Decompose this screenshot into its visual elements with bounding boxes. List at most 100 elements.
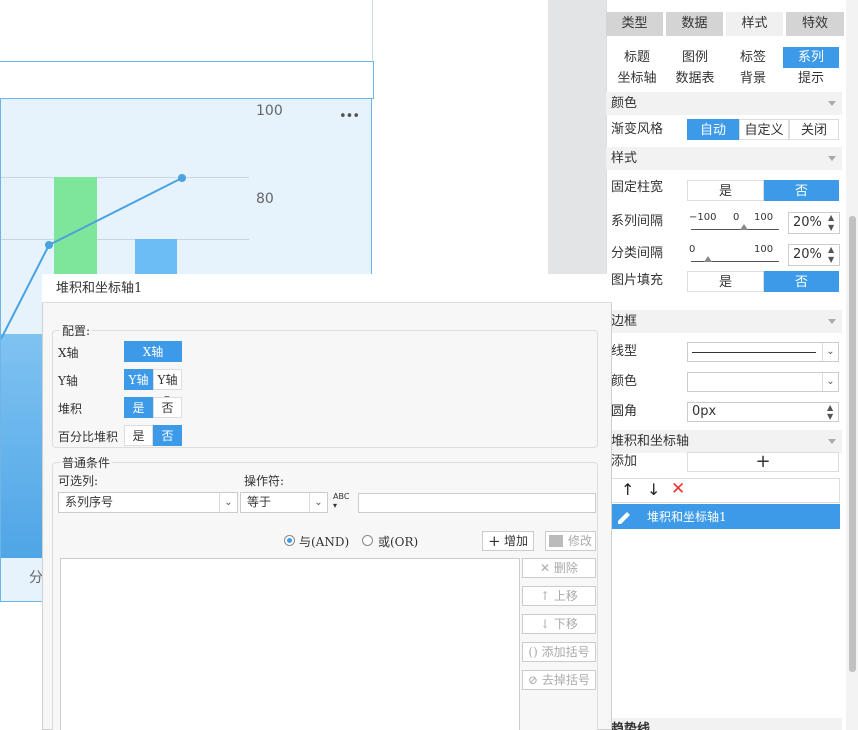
delete-label: 删除	[553, 561, 578, 575]
corner-label: 圆角	[611, 404, 638, 419]
move-up-button[interactable]: ↑ 上移	[522, 586, 596, 606]
section-color[interactable]: 颜色	[606, 92, 842, 115]
section-style[interactable]: 样式	[606, 147, 842, 170]
collapse-caret-icon	[828, 101, 836, 106]
category-gap-stepper[interactable]: 20% ▲ ▼	[788, 244, 840, 266]
stepper-up-icon[interactable]: ▲	[828, 245, 838, 255]
move-down-label: 下移	[553, 617, 578, 631]
edit-button-label: 修改	[568, 534, 593, 548]
slider-max: 100	[754, 212, 774, 223]
add-paren-button[interactable]: () 添加括号	[522, 642, 596, 662]
collapse-caret-icon	[828, 156, 836, 161]
add-condition-button[interactable]: + 增加	[482, 531, 534, 551]
subtab-series[interactable]: 系列	[783, 47, 839, 68]
section-title: 趋势线	[611, 722, 651, 730]
x-axis-option[interactable]: X轴	[124, 341, 182, 362]
series-gap-slider[interactable]	[691, 229, 779, 230]
y-axis-option-1[interactable]: Y轴	[124, 369, 153, 390]
gradient-label: 渐变风格	[611, 122, 664, 137]
subtab-axis[interactable]: 坐标轴	[609, 68, 665, 89]
radio-dot	[287, 538, 292, 543]
subtab-title[interactable]: 标题	[609, 47, 665, 68]
column-select[interactable]: 系列序号 ⌄	[58, 492, 238, 513]
subtab-background[interactable]: 背景	[725, 68, 781, 89]
dialog-title: 堆积和坐标轴1	[42, 274, 612, 303]
condition-value-input[interactable]	[358, 493, 596, 513]
edit-condition-button[interactable]: 修改	[545, 531, 596, 551]
condition-list[interactable]	[60, 558, 520, 730]
subtab-label[interactable]: 标签	[725, 47, 781, 68]
line-point	[45, 241, 53, 249]
tab-effects[interactable]: 特效	[786, 12, 844, 36]
tab-style[interactable]: 样式	[726, 12, 783, 36]
slider-handle[interactable]	[740, 224, 748, 230]
category-gap-label: 分类间隔	[611, 246, 664, 261]
more-icon[interactable]: •••	[339, 109, 360, 124]
y-axis-option-2[interactable]: Y轴2	[153, 369, 182, 408]
or-label: 或(OR)	[378, 535, 419, 549]
add-stack-button[interactable]: +	[687, 452, 839, 472]
gradient-custom[interactable]: 自定义	[739, 119, 789, 140]
stepper-down-icon[interactable]: ▼	[828, 223, 838, 233]
stepper-down-icon[interactable]: ▼	[828, 255, 838, 265]
collapse-caret-icon	[828, 319, 836, 324]
list-item-label: 堆积和坐标轴1	[647, 510, 727, 524]
move-down-button[interactable]: ↓ 下移	[522, 614, 596, 634]
add-paren-label: 添加括号	[541, 645, 590, 659]
tab-data[interactable]: 数据	[666, 12, 723, 36]
stepper-down-icon[interactable]: ▼	[827, 412, 837, 422]
chart-bar[interactable]	[1, 334, 43, 558]
stack-yes[interactable]: 是	[124, 397, 153, 418]
list-item[interactable]: 堆积和坐标轴1	[611, 504, 840, 529]
arrow-up-icon: ↑	[540, 589, 554, 603]
stepper-value: 0px	[692, 404, 717, 419]
edit-icon[interactable]	[615, 508, 633, 525]
remove-paren-button[interactable]: ⊘ 去掉括号	[522, 670, 596, 690]
section-border[interactable]: 边框	[606, 310, 842, 333]
slider-handle[interactable]	[704, 256, 712, 262]
y-tick-label: 80	[256, 191, 274, 207]
column-label: 可选列:	[58, 474, 99, 488]
remove-paren-icon: ⊘	[528, 673, 542, 687]
tab-type[interactable]: 类型	[606, 12, 663, 36]
fixed-width-label: 固定柱宽	[611, 180, 664, 195]
stack-no[interactable]: 否	[153, 397, 182, 418]
delete-icon[interactable]: ✕	[671, 479, 685, 499]
or-radio[interactable]	[362, 535, 373, 546]
remove-paren-label: 去掉括号	[541, 673, 590, 687]
subtab-legend[interactable]: 图例	[667, 47, 723, 68]
operator-select[interactable]: 等于 ⌄	[240, 492, 328, 513]
subtab-tooltip[interactable]: 提示	[783, 68, 839, 89]
stepper-up-icon[interactable]: ▲	[828, 213, 838, 223]
title-block[interactable]	[0, 61, 374, 99]
fixed-width-yes[interactable]: 是	[687, 180, 764, 201]
image-fill-label: 图片填充	[611, 273, 664, 288]
section-stack-axis[interactable]: 堆积和坐标轴	[606, 430, 842, 453]
gradient-auto[interactable]: 自动	[687, 119, 739, 140]
formula-icon[interactable]: ABC ▾	[333, 492, 355, 513]
fixed-width-no[interactable]: 否	[764, 180, 839, 201]
line-point	[178, 174, 186, 182]
section-trendline[interactable]: 趋势线	[606, 718, 842, 730]
move-up-label: 上移	[553, 589, 578, 603]
scroll-thumb[interactable]	[849, 216, 856, 672]
and-radio[interactable]	[284, 535, 295, 546]
image-fill-no[interactable]: 否	[764, 271, 839, 292]
move-up-icon[interactable]: ↑	[621, 480, 634, 499]
section-title: 边框	[611, 314, 638, 329]
corner-stepper[interactable]: 0px ▲ ▼	[687, 402, 839, 422]
move-down-icon[interactable]: ↓	[647, 480, 660, 499]
subtab-datatable[interactable]: 数据表	[667, 68, 723, 89]
config-legend: 配置:	[60, 322, 93, 339]
chevron-down-icon: ⌄	[822, 343, 838, 361]
percent-stack-yes[interactable]: 是	[124, 425, 153, 446]
series-gap-stepper[interactable]: 20% ▲ ▼	[788, 212, 840, 234]
operator-select-value: 等于	[247, 495, 272, 509]
delete-condition-button[interactable]: ✕ 删除	[522, 558, 596, 578]
line-type-select[interactable]: ⌄	[687, 342, 839, 362]
percent-stack-no[interactable]: 否	[153, 425, 182, 446]
line-sample	[692, 352, 816, 353]
border-color-select[interactable]: ⌄	[687, 372, 839, 392]
gradient-off[interactable]: 关闭	[789, 119, 839, 140]
image-fill-yes[interactable]: 是	[687, 271, 764, 292]
